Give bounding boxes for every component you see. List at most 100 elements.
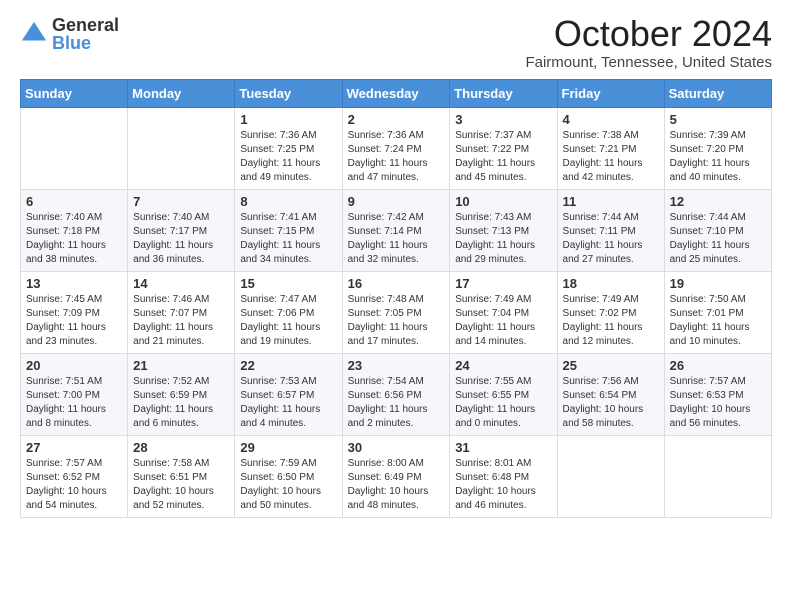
month-year-title: October 2024 <box>525 16 772 52</box>
day-number: 2 <box>348 112 445 127</box>
day-number: 20 <box>26 358 122 373</box>
calendar-day-cell: 14Sunrise: 7:46 AM Sunset: 7:07 PM Dayli… <box>128 272 235 354</box>
calendar-day-cell: 23Sunrise: 7:54 AM Sunset: 6:56 PM Dayli… <box>342 354 450 436</box>
calendar-table: SundayMondayTuesdayWednesdayThursdayFrid… <box>20 79 772 518</box>
calendar-day-cell: 29 Sunrise: 7:59 AM Sunset: 6:50 PM Dayli… <box>235 436 342 518</box>
calendar-day-cell: 12 Sunrise: 7:44 AM Sunset: 7:10 PM Dayli… <box>664 190 771 272</box>
day-detail: Sunrise: 7:52 AM Sunset: 6:59 PM Dayligh… <box>133 375 229 431</box>
day-detail: Sunrise: 7:43 AM Sunset: 7:13 PM Dayligh… <box>455 211 551 267</box>
day-number: 25 <box>563 358 659 373</box>
day-detail: Sunrise: 7:40 AM Sunset: 7:18 PM Dayligh… <box>26 211 122 267</box>
calendar-day-cell: 8Sunrise: 7:41 AM Sunset: 7:15 PM Daylig… <box>235 190 342 272</box>
day-number: 1 <box>240 112 336 127</box>
day-detail: Sunrise: 7:59 AM Sunset: 6:50 PM Dayligh… <box>240 457 336 513</box>
day-number: 21 <box>133 358 229 373</box>
day-detail: Sunrise: 7:36 AM Sunset: 7:24 PM Dayligh… <box>348 129 445 185</box>
day-detail: Sunrise: 8:01 AM Sunset: 6:48 PM Dayligh… <box>455 457 551 513</box>
calendar-day-cell: 3Sunrise: 7:37 AM Sunset: 7:22 PM Daylig… <box>450 108 557 190</box>
calendar-day-cell: 30Sunrise: 8:00 AM Sunset: 6:49 PM Dayli… <box>342 436 450 518</box>
calendar-day-cell: 31 Sunrise: 8:01 AM Sunset: 6:48 PM Dayli… <box>450 436 557 518</box>
day-number: 18 <box>563 276 659 291</box>
day-detail: Sunrise: 7:40 AM Sunset: 7:17 PM Dayligh… <box>133 211 229 267</box>
calendar-day-cell: 10 Sunrise: 7:43 AM Sunset: 7:13 PM Dayli… <box>450 190 557 272</box>
day-number: 28 <box>133 440 229 455</box>
day-number: 17 <box>455 276 551 291</box>
calendar-day-cell: 17 Sunrise: 7:49 AM Sunset: 7:04 PM Dayli… <box>450 272 557 354</box>
calendar-day-cell: 21 Sunrise: 7:52 AM Sunset: 6:59 PM Dayli… <box>128 354 235 436</box>
calendar-day-cell <box>664 436 771 518</box>
day-detail: Sunrise: 7:44 AM Sunset: 7:10 PM Dayligh… <box>670 211 766 267</box>
day-number: 5 <box>670 112 766 127</box>
calendar-week-row: 13 Sunrise: 7:45 AM Sunset: 7:09 PM Dayli… <box>21 272 772 354</box>
logo-icon <box>20 20 48 48</box>
calendar-day-cell: 22 Sunrise: 7:53 AM Sunset: 6:57 PM Dayli… <box>235 354 342 436</box>
day-detail: Sunrise: 7:41 AM Sunset: 7:15 PM Dayligh… <box>240 211 336 267</box>
day-detail: Sunrise: 8:00 AM Sunset: 6:49 PM Dayligh… <box>348 457 445 513</box>
day-number: 6 <box>26 194 122 209</box>
calendar-day-cell: 25 Sunrise: 7:56 AM Sunset: 6:54 PM Dayli… <box>557 354 664 436</box>
logo-text: General Blue <box>52 16 119 52</box>
day-header-monday: Monday <box>128 80 235 108</box>
day-header-friday: Friday <box>557 80 664 108</box>
day-number: 15 <box>240 276 336 291</box>
calendar-week-row: 1 Sunrise: 7:36 AM Sunset: 7:25 PM Daylig… <box>21 108 772 190</box>
day-number: 29 <box>240 440 336 455</box>
day-header-saturday: Saturday <box>664 80 771 108</box>
day-number: 16 <box>348 276 445 291</box>
day-header-wednesday: Wednesday <box>342 80 450 108</box>
calendar-day-cell: 11Sunrise: 7:44 AM Sunset: 7:11 PM Dayli… <box>557 190 664 272</box>
day-number: 26 <box>670 358 766 373</box>
calendar-day-cell: 20 Sunrise: 7:51 AM Sunset: 7:00 PM Dayli… <box>21 354 128 436</box>
calendar-day-cell <box>128 108 235 190</box>
day-number: 13 <box>26 276 122 291</box>
calendar-day-cell: 18 Sunrise: 7:49 AM Sunset: 7:02 PM Dayli… <box>557 272 664 354</box>
day-detail: Sunrise: 7:55 AM Sunset: 6:55 PM Dayligh… <box>455 375 551 431</box>
day-number: 12 <box>670 194 766 209</box>
logo: General Blue <box>20 16 119 52</box>
day-header-thursday: Thursday <box>450 80 557 108</box>
calendar-day-cell <box>21 108 128 190</box>
day-detail: Sunrise: 7:51 AM Sunset: 7:00 PM Dayligh… <box>26 375 122 431</box>
day-number: 31 <box>455 440 551 455</box>
day-detail: Sunrise: 7:49 AM Sunset: 7:02 PM Dayligh… <box>563 293 659 349</box>
calendar-day-cell: 13 Sunrise: 7:45 AM Sunset: 7:09 PM Dayli… <box>21 272 128 354</box>
calendar-day-cell: 7Sunrise: 7:40 AM Sunset: 7:17 PM Daylig… <box>128 190 235 272</box>
day-detail: Sunrise: 7:50 AM Sunset: 7:01 PM Dayligh… <box>670 293 766 349</box>
calendar-day-cell: 16 Sunrise: 7:48 AM Sunset: 7:05 PM Dayli… <box>342 272 450 354</box>
day-detail: Sunrise: 7:39 AM Sunset: 7:20 PM Dayligh… <box>670 129 766 185</box>
logo-general-text: General <box>52 16 119 34</box>
day-detail: Sunrise: 7:56 AM Sunset: 6:54 PM Dayligh… <box>563 375 659 431</box>
calendar-week-row: 27Sunrise: 7:57 AM Sunset: 6:52 PM Dayli… <box>21 436 772 518</box>
day-number: 10 <box>455 194 551 209</box>
calendar-header-row: SundayMondayTuesdayWednesdayThursdayFrid… <box>21 80 772 108</box>
day-header-sunday: Sunday <box>21 80 128 108</box>
calendar-day-cell: 26 Sunrise: 7:57 AM Sunset: 6:53 PM Dayli… <box>664 354 771 436</box>
day-detail: Sunrise: 7:57 AM Sunset: 6:53 PM Dayligh… <box>670 375 766 431</box>
calendar-day-cell: 24 Sunrise: 7:55 AM Sunset: 6:55 PM Dayli… <box>450 354 557 436</box>
day-detail: Sunrise: 7:36 AM Sunset: 7:25 PM Dayligh… <box>240 129 336 185</box>
location-subtitle: Fairmount, Tennessee, United States <box>525 54 772 71</box>
calendar-day-cell: 27Sunrise: 7:57 AM Sunset: 6:52 PM Dayli… <box>21 436 128 518</box>
calendar-week-row: 20 Sunrise: 7:51 AM Sunset: 7:00 PM Dayli… <box>21 354 772 436</box>
day-detail: Sunrise: 7:53 AM Sunset: 6:57 PM Dayligh… <box>240 375 336 431</box>
day-detail: Sunrise: 7:48 AM Sunset: 7:05 PM Dayligh… <box>348 293 445 349</box>
calendar-day-cell: 15 Sunrise: 7:47 AM Sunset: 7:06 PM Dayli… <box>235 272 342 354</box>
day-detail: Sunrise: 7:45 AM Sunset: 7:09 PM Dayligh… <box>26 293 122 349</box>
calendar-week-row: 6 Sunrise: 7:40 AM Sunset: 7:18 PM Daylig… <box>21 190 772 272</box>
day-number: 22 <box>240 358 336 373</box>
calendar-day-cell: 5 Sunrise: 7:39 AM Sunset: 7:20 PM Daylig… <box>664 108 771 190</box>
day-header-tuesday: Tuesday <box>235 80 342 108</box>
calendar-day-cell <box>557 436 664 518</box>
day-number: 11 <box>563 194 659 209</box>
calendar-day-cell: 4 Sunrise: 7:38 AM Sunset: 7:21 PM Daylig… <box>557 108 664 190</box>
day-number: 24 <box>455 358 551 373</box>
day-number: 4 <box>563 112 659 127</box>
day-detail: Sunrise: 7:58 AM Sunset: 6:51 PM Dayligh… <box>133 457 229 513</box>
day-detail: Sunrise: 7:54 AM Sunset: 6:56 PM Dayligh… <box>348 375 445 431</box>
day-number: 9 <box>348 194 445 209</box>
day-detail: Sunrise: 7:38 AM Sunset: 7:21 PM Dayligh… <box>563 129 659 185</box>
day-detail: Sunrise: 7:47 AM Sunset: 7:06 PM Dayligh… <box>240 293 336 349</box>
day-detail: Sunrise: 7:49 AM Sunset: 7:04 PM Dayligh… <box>455 293 551 349</box>
title-block: October 2024 Fairmount, Tennessee, Unite… <box>525 16 772 71</box>
logo-blue-text: Blue <box>52 34 119 52</box>
